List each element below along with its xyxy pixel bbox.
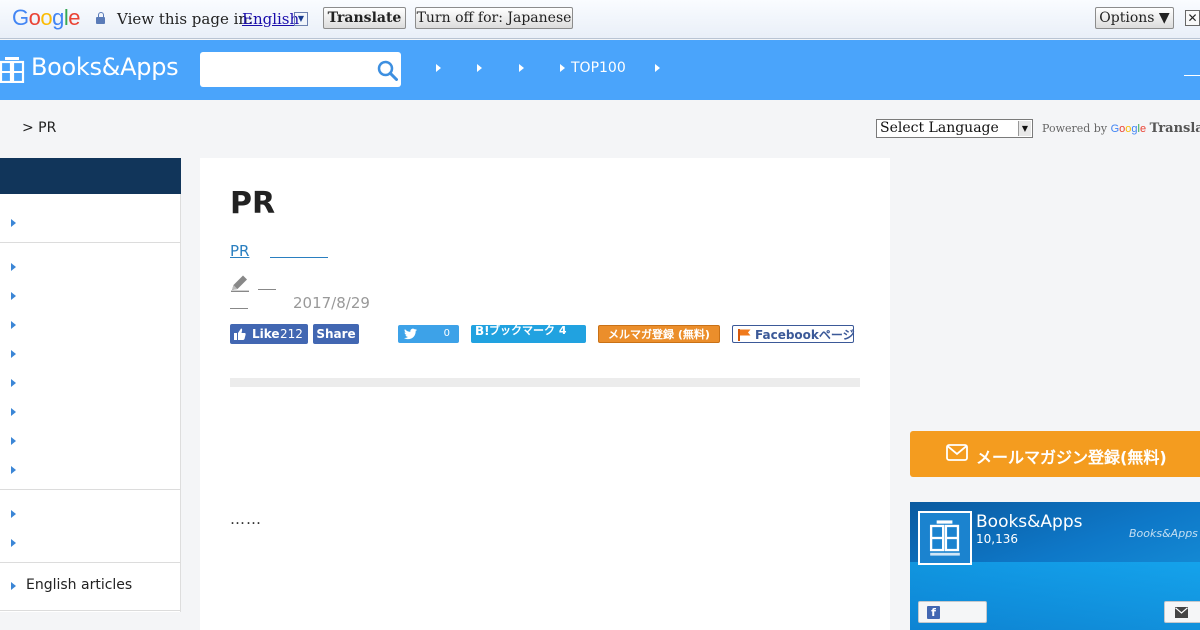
envelope-icon (946, 444, 968, 461)
article-card: PR PR 2017/8/29 Like 212 Share 0 B! ブックマ… (200, 158, 890, 630)
nav-arrow-icon (436, 64, 441, 72)
article-body-text: …… (230, 510, 262, 528)
arrow-right-icon (11, 408, 16, 416)
google-small-logo: Google (1110, 123, 1147, 135)
translate-bar: Google View this page in: English ▼ Tran… (0, 0, 1200, 39)
facebook-page-widget: Books&Apps 10,136 Books&Apps f (910, 502, 1200, 630)
twitter-bird-icon (404, 328, 417, 340)
category-link[interactable]: PR (230, 242, 249, 260)
hatena-bookmark-button[interactable]: B! ブックマーク 4 (471, 324, 586, 343)
nav-arrow-icon (519, 64, 524, 72)
search-icon[interactable] (377, 60, 398, 81)
options-button[interactable]: Options ▼ (1095, 7, 1174, 29)
page-likes-count: 10,136 (976, 532, 1018, 546)
translate-word: Translate (1149, 121, 1200, 136)
logo-text: Books&Apps (31, 53, 179, 81)
close-icon[interactable]: ✕ (1185, 10, 1200, 26)
newsletter-signup-button[interactable]: メールマガジン登録(無料) (910, 431, 1200, 477)
language-select-label: Select Language (880, 120, 999, 136)
nav-arrow-icon (655, 64, 660, 72)
arrow-right-icon (11, 263, 16, 271)
language-dropdown-icon[interactable]: ▼ (294, 12, 308, 26)
search-box (200, 52, 401, 87)
arrow-right-icon (11, 292, 16, 300)
lock-icon (96, 12, 105, 24)
language-link[interactable]: English (242, 10, 299, 28)
language-select[interactable]: Select Language ▼ (876, 119, 1033, 138)
hatena-b-icon: B! (475, 324, 490, 338)
facebook-share-button[interactable]: Share (313, 324, 359, 344)
nav-arrow-icon (477, 64, 482, 72)
arrow-right-icon (11, 437, 16, 445)
google-logo: Google (12, 5, 81, 30)
site-header: Books&Apps TOP100 (0, 40, 1200, 100)
arrow-right-icon (11, 379, 16, 387)
breadcrumb: > PR (22, 120, 57, 136)
arrow-right-icon (11, 321, 16, 329)
sidebar-header (0, 158, 181, 194)
header-menu-line[interactable] (1184, 75, 1200, 76)
sidebar: English articles (0, 158, 181, 612)
logo-mark-icon (929, 520, 960, 556)
thumbs-up-icon (234, 328, 246, 340)
cover-watermark: Books&Apps (1129, 527, 1198, 540)
arrow-right-icon (11, 582, 16, 590)
arrow-right-icon (11, 539, 16, 547)
facebook-icon: f (927, 606, 940, 619)
search-input[interactable] (206, 58, 366, 80)
facebook-message-button[interactable] (1164, 601, 1200, 623)
nav-item-1[interactable] (436, 60, 447, 78)
author-name-line (230, 308, 248, 309)
nav-item-5[interactable] (655, 60, 666, 78)
view-page-label: View this page in: (117, 10, 254, 28)
turn-off-button[interactable]: Turn off for: Japanese (415, 7, 573, 29)
flag-icon (738, 329, 751, 341)
nav-item-3[interactable] (519, 60, 530, 78)
nav-arrow-icon (560, 64, 565, 72)
arrow-right-icon (11, 466, 16, 474)
chevron-down-icon: ▼ (1018, 121, 1031, 136)
article-title: PR (230, 186, 276, 221)
logo-mark-icon (0, 57, 25, 83)
author-link[interactable] (258, 289, 276, 290)
envelope-icon (1175, 607, 1188, 618)
mail-magazine-button[interactable]: メルマガ登録 (無料) (598, 325, 720, 343)
page-avatar[interactable] (918, 511, 972, 565)
divider-bar (230, 378, 860, 387)
arrow-right-icon (11, 219, 16, 227)
pencil-icon (231, 275, 249, 292)
nav-item-2[interactable] (477, 60, 488, 78)
tag-link[interactable] (270, 257, 328, 258)
facebook-like-page-button[interactable]: f (918, 601, 987, 623)
arrow-right-icon (11, 510, 16, 518)
page-name[interactable]: Books&Apps (976, 512, 1083, 532)
facebook-like-button[interactable]: Like 212 (230, 324, 308, 344)
translate-button[interactable]: Translate (323, 7, 406, 29)
facebook-page-button[interactable]: Facebookページ (732, 325, 855, 343)
tweet-button[interactable]: 0 (398, 325, 459, 343)
powered-by-google: Powered by Google Translate (1042, 121, 1200, 136)
publish-date: 2017/8/29 (293, 294, 370, 312)
nav-item-top100[interactable]: TOP100 (560, 60, 626, 78)
arrow-right-icon (11, 350, 16, 358)
